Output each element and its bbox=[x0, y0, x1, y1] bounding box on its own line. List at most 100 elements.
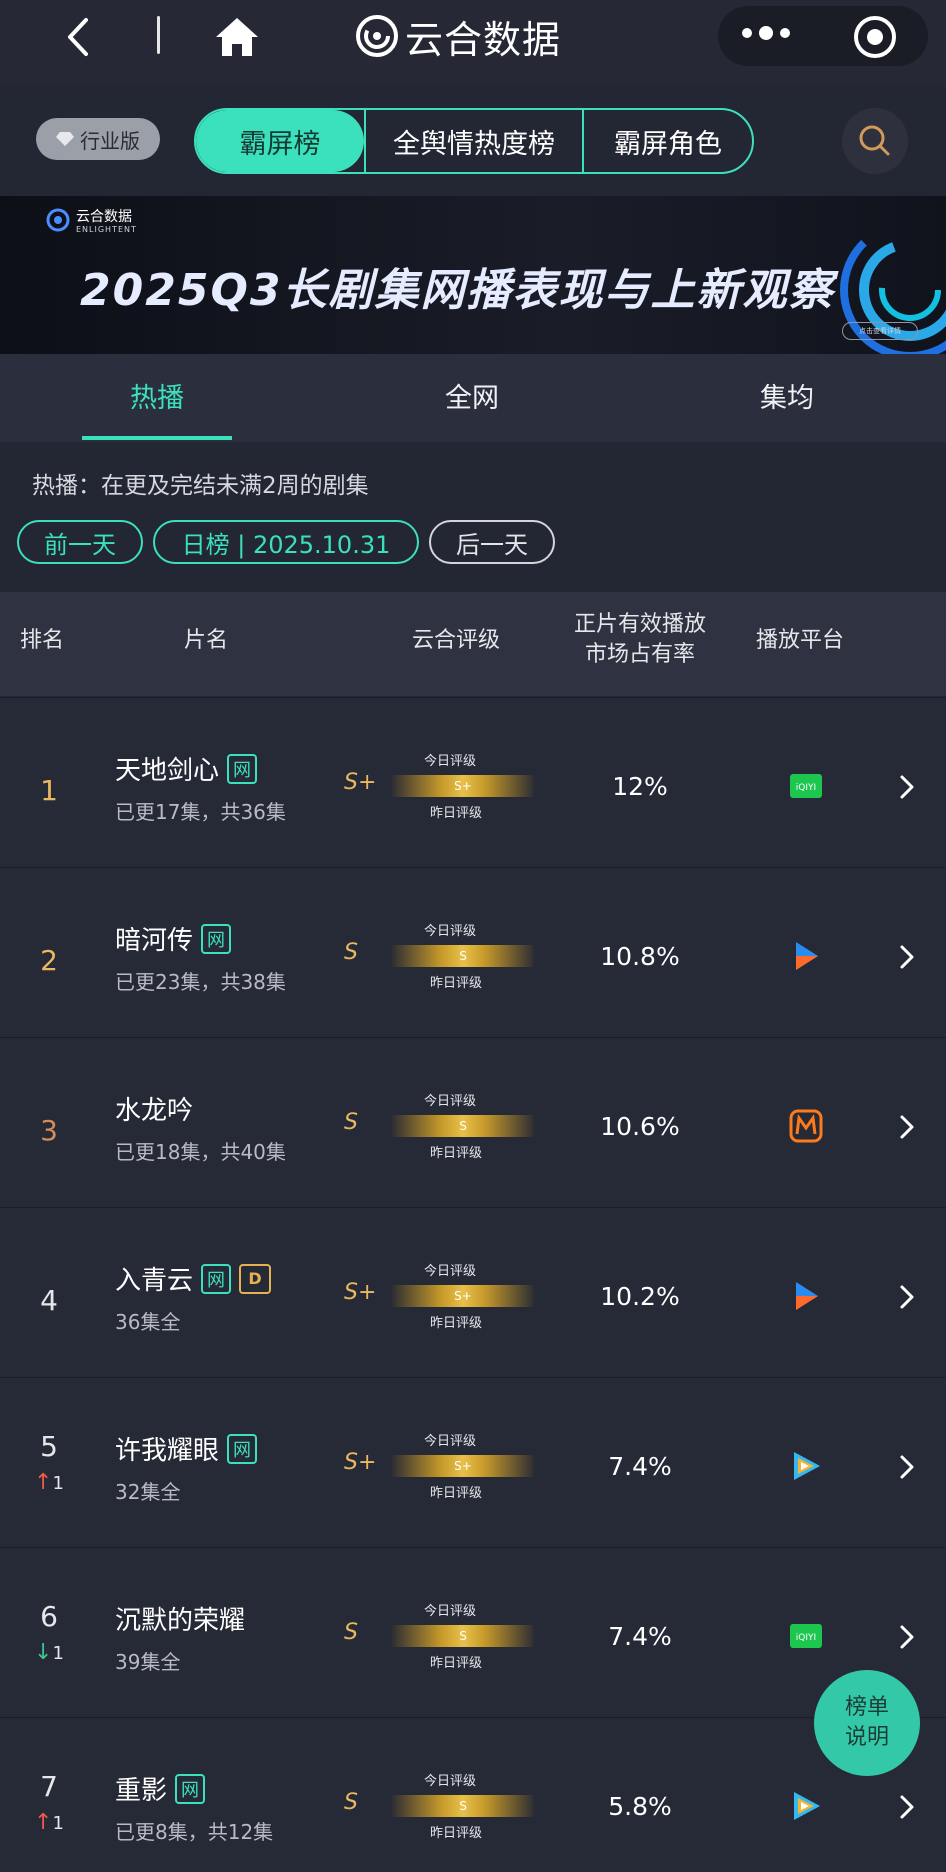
next-day-button[interactable]: 后一天 bbox=[429, 520, 555, 564]
rank-number: 7 bbox=[40, 1770, 58, 1803]
grade-yesterday-label: 昨日评级 bbox=[430, 976, 483, 991]
edition-badge[interactable]: 行业版 bbox=[36, 118, 160, 160]
header-rank: 排名 bbox=[20, 628, 65, 653]
date-selector[interactable]: 日榜 | 2025.10.31 bbox=[153, 520, 419, 564]
more-icon[interactable] bbox=[742, 26, 790, 40]
rank-number: 4 bbox=[40, 1284, 58, 1317]
table-row[interactable]: 2 暗河传网已更23集，共38集 S 今日评级 S 昨日评级 10.8% bbox=[0, 867, 946, 1037]
rank-up-icon: ↑ bbox=[34, 1470, 53, 1495]
segment-row: 行业版 霸屏榜 全舆情热度榜 霸屏角色 bbox=[0, 86, 946, 196]
market-share: 7.4% bbox=[608, 1622, 672, 1651]
promo-banner[interactable]: 云合数据 ENLIGHTENT 2025Q3长剧集网播表现与上新观察 点击查看详… bbox=[0, 196, 946, 354]
drama-title[interactable]: 重影 bbox=[115, 1770, 167, 1807]
grade-today-label: 今日评级 bbox=[424, 1604, 477, 1619]
table-row[interactable]: 3 水龙吟 已更18集，共40集 S 今日评级 S 昨日评级 10.6% bbox=[0, 1037, 946, 1207]
iqiyi-icon[interactable]: iQIYI bbox=[788, 1618, 824, 1654]
web-series-tag: 网 bbox=[201, 923, 232, 954]
chevron-right-icon[interactable] bbox=[896, 942, 918, 972]
segment-item-quanyuqing[interactable]: 全舆情热度榜 bbox=[364, 110, 582, 172]
table-row[interactable]: 6 ↓1 沉默的荣耀 39集全 S 今日评级 S 昨日评级 7.4% iQIYI bbox=[0, 1547, 946, 1717]
chevron-right-icon[interactable] bbox=[896, 1622, 918, 1652]
episode-status: 已更8集，共12集 bbox=[115, 1820, 274, 1844]
episode-status: 39集全 bbox=[115, 1650, 181, 1674]
tab-rebo[interactable]: 热播 bbox=[130, 376, 184, 415]
chevron-right-icon[interactable] bbox=[896, 1452, 918, 1482]
banner-logo: 云合数据 ENLIGHTENT bbox=[46, 206, 137, 234]
grade-today-label: 今日评级 bbox=[424, 1264, 477, 1279]
grade-yesterday-label: 昨日评级 bbox=[430, 1656, 483, 1671]
banner-title: 2025Q3长剧集网播表现与上新观察 bbox=[80, 265, 835, 316]
drama-title[interactable]: 水龙吟 bbox=[115, 1090, 193, 1127]
banner-cta[interactable]: 点击查看详情 bbox=[842, 322, 918, 340]
rank-change-value: 1 bbox=[52, 1643, 64, 1664]
divider bbox=[157, 16, 160, 54]
chevron-right-icon[interactable] bbox=[896, 1792, 918, 1822]
drama-title[interactable]: 沉默的荣耀 bbox=[115, 1600, 245, 1637]
title-line: 重影网 bbox=[115, 1770, 206, 1807]
rank-change-value: 1 bbox=[52, 1473, 64, 1494]
grade-bar-label: S bbox=[459, 1799, 467, 1813]
market-share: 5.8% bbox=[608, 1792, 672, 1821]
drama-title[interactable]: 许我耀眼 bbox=[115, 1430, 219, 1467]
title-line: 许我耀眼网 bbox=[115, 1430, 258, 1467]
search-icon[interactable] bbox=[842, 108, 908, 174]
help-button[interactable]: 榜单 说明 bbox=[814, 1670, 920, 1776]
market-share: 10.6% bbox=[600, 1112, 680, 1141]
chevron-right-icon[interactable] bbox=[896, 1112, 918, 1142]
header-title: 片名 bbox=[184, 628, 229, 653]
table-row[interactable]: 4 入青云网 D 36集全 S+ 今日评级 S+ 昨日评级 10.2% bbox=[0, 1207, 946, 1377]
grade-bar: S+ bbox=[392, 775, 534, 797]
drama-title[interactable]: 暗河传 bbox=[115, 920, 193, 957]
episode-status: 已更17集，共36集 bbox=[115, 800, 286, 824]
close-icon[interactable] bbox=[854, 16, 896, 58]
drama-title[interactable]: 天地剑心 bbox=[115, 750, 219, 787]
rank-change-value: 1 bbox=[52, 1813, 64, 1834]
app-logo-icon bbox=[356, 15, 398, 57]
grade-today-label: 今日评级 bbox=[424, 924, 477, 939]
grade-bar-label: S+ bbox=[454, 1289, 472, 1303]
grade-bar: S bbox=[392, 1115, 534, 1137]
drama-title[interactable]: 入青云 bbox=[115, 1260, 193, 1297]
diamond-icon bbox=[56, 132, 74, 146]
episode-status: 已更18集，共40集 bbox=[115, 1140, 286, 1164]
youku-icon[interactable] bbox=[788, 1278, 824, 1314]
grade-yesterday-label: 昨日评级 bbox=[430, 806, 483, 821]
segment-item-bapingjuese[interactable]: 霸屏角色 bbox=[582, 110, 752, 172]
table-row[interactable]: 5 ↑1 许我耀眼网 32集全 S+ 今日评级 S+ 昨日评级 7.4% bbox=[0, 1377, 946, 1547]
tencent-video-icon[interactable] bbox=[788, 1788, 824, 1824]
mini-program-capsule bbox=[718, 6, 928, 66]
grade-value: S+ bbox=[344, 1280, 377, 1305]
grade-bar: S+ bbox=[392, 1285, 534, 1307]
back-icon[interactable] bbox=[58, 12, 98, 62]
banner-logo-icon bbox=[46, 208, 70, 232]
grade-bar-label: S+ bbox=[454, 779, 472, 793]
table-row[interactable]: 1 天地剑心网已更17集，共36集 S+ 今日评级 S+ 昨日评级 12% iQIYI bbox=[0, 697, 946, 867]
youku-icon[interactable] bbox=[788, 938, 824, 974]
rank-down-icon: ↓ bbox=[34, 1640, 53, 1665]
grade-value: S bbox=[344, 1620, 358, 1645]
tab-jijun[interactable]: 集均 bbox=[760, 376, 814, 415]
tab-underline bbox=[82, 436, 232, 440]
market-share: 7.4% bbox=[608, 1452, 672, 1481]
segment-item-bapingbang[interactable]: 霸屏榜 bbox=[196, 110, 364, 172]
table-row[interactable]: 7 ↑1 重影网已更8集，共12集 S 今日评级 S 昨日评级 5.8% bbox=[0, 1717, 946, 1872]
home-icon[interactable] bbox=[212, 12, 262, 62]
episode-status: 36集全 bbox=[115, 1310, 181, 1334]
title-line: 沉默的荣耀 bbox=[115, 1600, 245, 1637]
rank-change: ↓1 bbox=[0, 1640, 98, 1665]
chevron-right-icon[interactable] bbox=[896, 1282, 918, 1312]
grade-bar-label: S bbox=[459, 949, 467, 963]
tencent-video-icon[interactable] bbox=[788, 1448, 824, 1484]
banner-logo-sub: ENLIGHTENT bbox=[76, 225, 137, 234]
info-text: 热播：在更及完结未满2周的剧集 bbox=[32, 473, 369, 499]
grade-value: S bbox=[344, 1110, 358, 1135]
web-series-tag: 网 bbox=[227, 753, 258, 784]
sub-tabs: 热播 全网 集均 bbox=[0, 354, 946, 442]
rank-number: 5 bbox=[40, 1430, 58, 1463]
iqiyi-icon[interactable]: iQIYI bbox=[788, 768, 824, 804]
top-bar: 云合数据 bbox=[0, 0, 946, 86]
tab-quanwang[interactable]: 全网 bbox=[445, 376, 499, 415]
prev-day-button[interactable]: 前一天 bbox=[17, 520, 143, 564]
chevron-right-icon[interactable] bbox=[896, 772, 918, 802]
mango-tv-icon[interactable] bbox=[788, 1108, 824, 1144]
